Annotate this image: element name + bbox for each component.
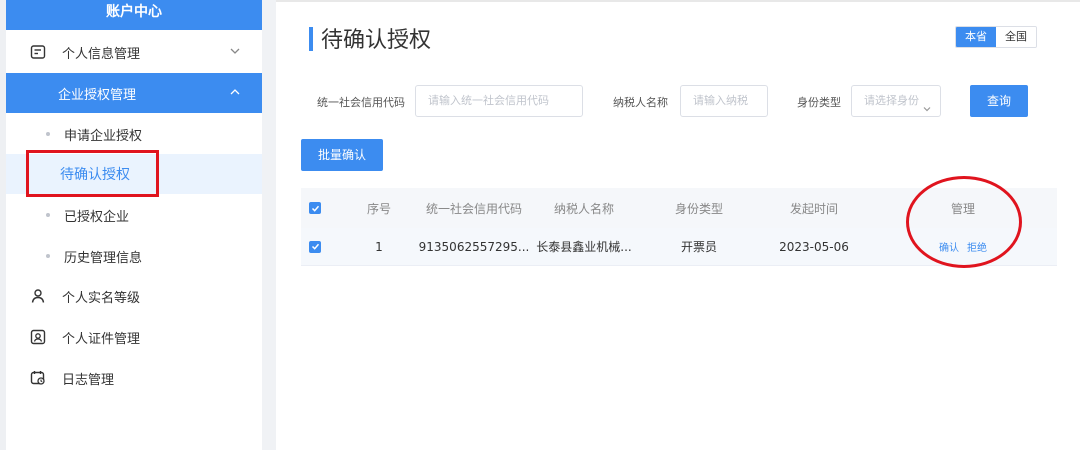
sidebar-subitem-label: 申请企业授权 (64, 128, 143, 144)
credit-code-label: 统一社会信用代码 (317, 96, 405, 109)
sidebar-item-label: 个人证件管理 (62, 331, 141, 347)
profile-card-icon (28, 42, 48, 62)
sidebar-item-realname-level[interactable]: 个人实名等级 (6, 276, 262, 316)
highlight-circle (906, 176, 1022, 268)
batch-confirm-button[interactable]: 批量确认 (301, 139, 383, 171)
identity-type-select[interactable]: 请选择身份 (851, 85, 941, 117)
sidebar-subitem-authorized[interactable]: 已授权企业 (6, 195, 262, 235)
title-accent-bar (309, 27, 313, 51)
log-calendar-icon (28, 368, 48, 388)
col-header-credit-code: 统一社会信用代码 (425, 201, 522, 216)
query-button[interactable]: 查询 (970, 85, 1028, 117)
sidebar-item-log-management[interactable]: 日志管理 (6, 358, 262, 398)
app-root: 账户中心 个人信息管理 企业授权管理 申请企业授权 待确认授权 已授权企业 历史… (0, 0, 1080, 450)
select-all-checkbox[interactable] (307, 188, 323, 228)
sidebar-subitem-history[interactable]: 历史管理信息 (6, 236, 262, 276)
chevron-down-icon (228, 44, 242, 58)
cell-identity-type: 开票员 (680, 240, 717, 254)
id-card-icon (28, 327, 48, 347)
bullet-dot (46, 132, 50, 136)
cell-date: 2023-05-06 (779, 239, 849, 254)
sidebar-subitem-label: 历史管理信息 (64, 250, 143, 266)
col-header-date: 发起时间 (789, 201, 838, 216)
identity-type-placeholder: 请选择身份 (864, 94, 919, 107)
credit-code-input[interactable]: 请输入统一社会信用代码 (415, 85, 583, 117)
sidebar-subitem-apply-auth[interactable]: 申请企业授权 (6, 114, 262, 154)
col-header-identity-type: 身份类型 (674, 201, 723, 216)
identity-type-label: 身份类型 (797, 96, 841, 109)
cell-index: 1 (375, 239, 383, 254)
scope-option-province[interactable]: 本省 (956, 27, 996, 47)
sidebar-item-label: 企业授权管理 (58, 87, 137, 103)
user-level-icon (28, 286, 48, 306)
highlight-box (26, 150, 159, 197)
sidebar-item-personal-info[interactable]: 个人信息管理 (6, 32, 262, 72)
row-checkbox[interactable] (307, 228, 323, 265)
chevron-down-icon (922, 96, 932, 116)
bullet-dot (46, 213, 50, 217)
cell-taxpayer-name: 长泰县鑫业机械... (536, 240, 632, 254)
taxpayer-name-input[interactable]: 请输入纳税 (680, 85, 768, 117)
col-header-index: 序号 (366, 201, 391, 216)
sidebar-item-label: 个人实名等级 (62, 290, 141, 306)
cell-credit-code: 9135062557295... (418, 239, 530, 254)
chevron-up-icon (228, 85, 242, 99)
checkbox-checked-icon (309, 202, 321, 214)
page-title: 待确认授权 (321, 28, 432, 53)
sidebar-subitem-label: 已授权企业 (64, 209, 130, 225)
sidebar-item-label: 个人信息管理 (62, 46, 141, 62)
scope-toggle: 本省 全国 (955, 26, 1037, 48)
col-header-taxpayer-name: 纳税人名称 (553, 201, 614, 216)
checkbox-checked-icon (309, 240, 321, 253)
taxpayer-name-label: 纳税人名称 (613, 96, 668, 109)
sidebar-item-id-management[interactable]: 个人证件管理 (6, 317, 262, 357)
sidebar-item-label: 日志管理 (62, 372, 115, 388)
sidebar-divider-gutter (262, 0, 276, 450)
sidebar-item-enterprise-auth[interactable]: 企业授权管理 (6, 73, 262, 113)
sidebar-header: 账户中心 (6, 0, 262, 30)
scope-option-national[interactable]: 全国 (996, 27, 1036, 47)
bullet-dot (46, 254, 50, 258)
